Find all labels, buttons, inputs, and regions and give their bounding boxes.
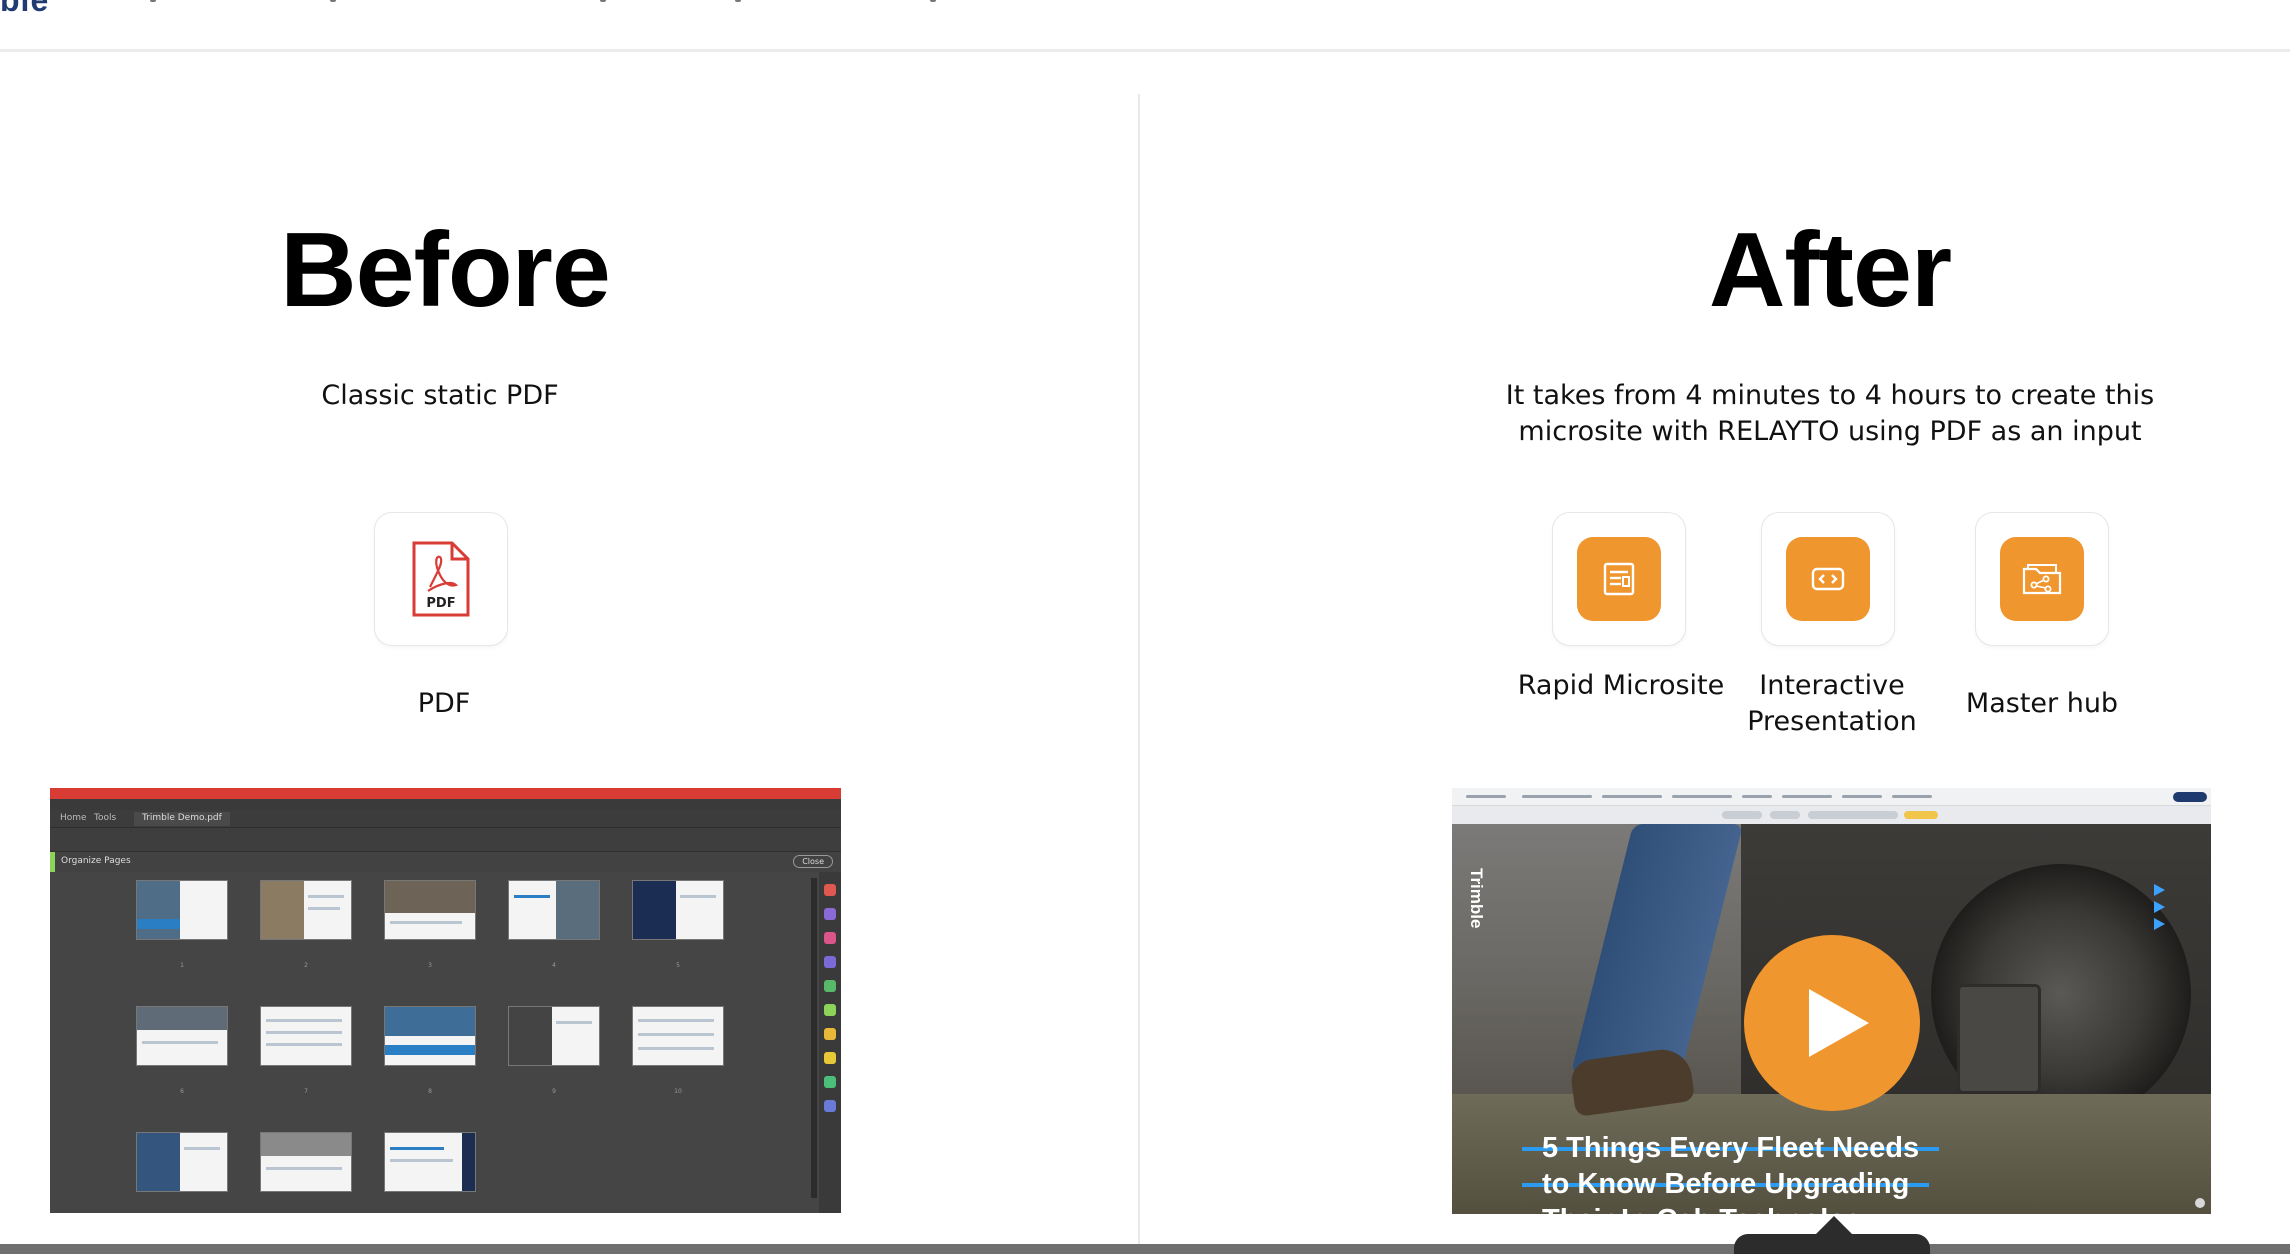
- after-heading: After: [1708, 211, 1952, 329]
- before-description: Classic static PDF: [321, 380, 559, 411]
- pdf-tab-strip: Home Tools Trimble Demo.pdf: [50, 810, 841, 828]
- organize-close-button: Close: [793, 855, 833, 868]
- page-number: 4: [552, 962, 556, 969]
- svg-text:PDF: PDF: [426, 596, 455, 611]
- folder-share-icon: [2022, 564, 2062, 595]
- organize-pages-label: Organize Pages: [61, 856, 131, 866]
- trimble-logo: Trimble: [1467, 868, 1486, 929]
- page-thumbnail: [508, 1006, 600, 1066]
- page-thumbnail: [260, 1006, 352, 1066]
- nav-item-fragment[interactable]: [930, 0, 936, 2]
- microsite-video-preview[interactable]: Trimble 5 Things Every Fleet Needs to Kn…: [1452, 788, 2211, 1214]
- corner-control-icon[interactable]: [2195, 1198, 2205, 1208]
- page-thumbnail: [632, 1006, 724, 1066]
- pdf-tools-rail: [819, 872, 841, 1213]
- page-thumbnail: [508, 880, 600, 940]
- video-title-line: to Know Before Upgrading: [1542, 1168, 1910, 1200]
- column-divider: [1138, 94, 1140, 1244]
- nav-item-fragment[interactable]: [330, 0, 336, 2]
- tab-document: Trimble Demo.pdf: [134, 812, 230, 826]
- pdf-scrollbar: [811, 878, 817, 1198]
- pdf-icon-card: PDF: [374, 512, 508, 646]
- page-thumbnail: [136, 880, 228, 940]
- pdf-label: PDF: [417, 688, 471, 719]
- video-title: 5 Things Every Fleet Needs to Know Befor…: [1522, 1130, 2022, 1214]
- bottom-floating-tab[interactable]: [1734, 1234, 1930, 1254]
- play-button[interactable]: [1744, 935, 1920, 1111]
- page-thumbnail: [632, 880, 724, 940]
- nav-item-fragment[interactable]: [150, 0, 156, 2]
- page-number: 6: [180, 1088, 184, 1095]
- page-thumbnail: [136, 1132, 228, 1192]
- master-hub-label: Master hub: [1965, 688, 2119, 719]
- page-thumbnail: [260, 1132, 352, 1192]
- organize-pages-bar: Organize Pages Close: [50, 852, 841, 872]
- page-thumbnail: [260, 880, 352, 940]
- microsite-topbar: [1452, 788, 2211, 806]
- page-number: 9: [552, 1088, 556, 1095]
- bottom-tab-notch: [1814, 1216, 1854, 1236]
- page-number: 7: [304, 1088, 308, 1095]
- page-number: 1: [180, 962, 184, 969]
- page-number: 5: [676, 962, 680, 969]
- video-title-line: 5 Things Every Fleet Needs: [1542, 1132, 1920, 1164]
- play-icon: [1809, 989, 1869, 1057]
- pdf-window-titlebar: [50, 788, 841, 799]
- pdf-file-icon: PDF: [412, 541, 470, 617]
- top-navigation-bar: ble: [0, 0, 2290, 52]
- brand-logo[interactable]: ble: [0, 0, 49, 19]
- leg-graphic: [1570, 824, 1744, 1074]
- rapid-microsite-tile: [1577, 537, 1661, 621]
- microsite-subnav: [1452, 806, 2211, 824]
- rapid-microsite-card: [1552, 512, 1686, 646]
- page-thumbnail: [136, 1006, 228, 1066]
- master-hub-tile: [2000, 537, 2084, 621]
- after-description: It takes from 4 minutes to 4 hours to cr…: [1505, 380, 2155, 447]
- bottom-edge-bar: [0, 1244, 2290, 1254]
- pdf-menubar: [50, 799, 841, 810]
- video-hero-image: Trimble 5 Things Every Fleet Needs to Kn…: [1452, 824, 2211, 1214]
- interactive-presentation-card: [1761, 512, 1895, 646]
- page-number: 2: [304, 962, 308, 969]
- next-arrows: [2154, 884, 2165, 935]
- nav-item-fragment[interactable]: [735, 0, 741, 2]
- master-hub-card: [1975, 512, 2109, 646]
- page-thumbnail: [384, 1132, 476, 1192]
- document-lines-icon: [1603, 562, 1635, 596]
- page-thumbnail: [384, 880, 476, 940]
- interactive-presentation-tile: [1786, 537, 1870, 621]
- code-brackets-icon: [1811, 567, 1845, 591]
- pdf-toolbar: [50, 828, 841, 852]
- page-number: 10: [674, 1088, 682, 1095]
- page-thumbnail: [384, 1006, 476, 1066]
- tab-tools: Tools: [94, 813, 117, 823]
- nav-item-fragment[interactable]: [600, 0, 606, 2]
- video-title-line: Their In-Cab Technology: [1542, 1204, 1880, 1214]
- page-number: 3: [428, 962, 432, 969]
- pdf-viewer-screenshot: Home Tools Trimble Demo.pdf Organize Pag…: [50, 788, 841, 1213]
- page-number: 8: [428, 1088, 432, 1095]
- before-heading: Before: [280, 211, 611, 329]
